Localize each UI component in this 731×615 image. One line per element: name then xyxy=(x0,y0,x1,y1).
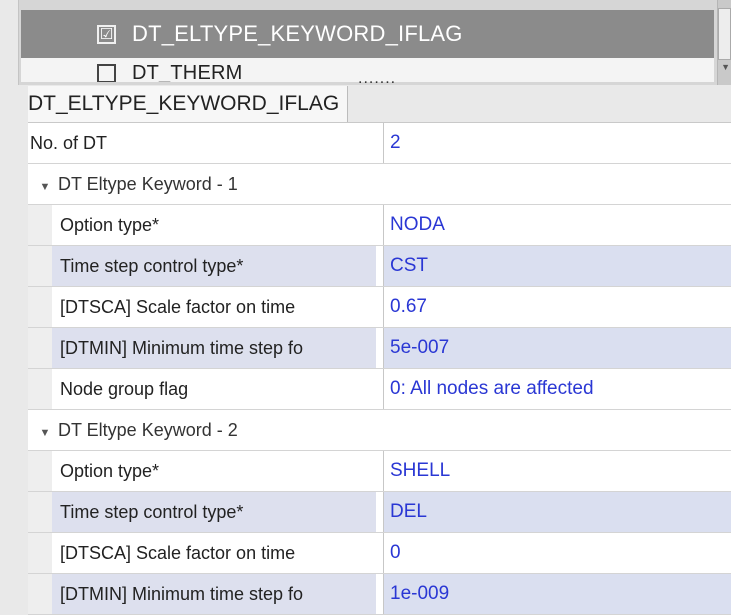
property-label: [DTMIN] Minimum time step fo xyxy=(52,574,376,614)
scrollbar-thumb[interactable] xyxy=(718,8,731,60)
property-value-field[interactable]: 0: All nodes are affected xyxy=(384,369,731,409)
panel-splitter-handle[interactable]: ....... xyxy=(358,70,396,88)
property-value-field[interactable]: SHELL xyxy=(384,451,731,491)
property-row: Time step control type* CST xyxy=(28,246,731,287)
property-label: Option type* xyxy=(60,215,160,235)
property-label: [DTMIN] Minimum time step fo xyxy=(52,328,376,368)
scroll-down-arrow-icon[interactable]: ▼ xyxy=(721,62,730,72)
property-label-cell: [DTMIN] Minimum time step fo xyxy=(28,328,384,368)
row-indent xyxy=(28,287,52,327)
property-row: Time step control type* DEL xyxy=(28,492,731,533)
property-label-cell: Time step control type* xyxy=(28,492,384,532)
property-row: No. of DT 2 xyxy=(28,123,731,164)
property-label: Option type* xyxy=(60,461,160,481)
group-header[interactable]: ▼ DT Eltype Keyword - 2 xyxy=(28,410,731,451)
property-label-cell: Node group flag xyxy=(28,369,384,409)
group-header-cell[interactable]: ▼ DT Eltype Keyword - 2 xyxy=(28,410,731,450)
row-indent xyxy=(28,451,52,491)
group-label: DT Eltype Keyword - 1 xyxy=(58,174,238,194)
property-label: [DTSCA] Scale factor on time xyxy=(60,543,296,563)
property-value-field[interactable]: 0.67 xyxy=(384,287,731,327)
property-value-field[interactable]: 0 xyxy=(384,533,731,573)
property-label: Time step control type* xyxy=(52,246,376,286)
property-value-field[interactable]: DEL xyxy=(384,492,731,532)
keyword-list-item-label: DT_ELTYPE_KEYWORD_IFLAG xyxy=(132,21,463,46)
property-row: [DTMIN] Minimum time step fo 1e-009 xyxy=(28,574,731,615)
property-panel-title: DT_ELTYPE_KEYWORD_IFLAG xyxy=(28,86,349,122)
keyword-list-item-selected[interactable]: ☑ DT_ELTYPE_KEYWORD_IFLAG xyxy=(21,10,714,58)
property-row: [DTSCA] Scale factor on time 0.67 xyxy=(28,287,731,328)
row-indent xyxy=(28,574,52,614)
property-value-field[interactable]: 1e-009 xyxy=(384,574,731,614)
property-label-cell: Option type* xyxy=(28,451,384,491)
chevron-down-icon[interactable]: ▼ xyxy=(32,167,58,204)
property-label: Node group flag xyxy=(60,379,189,399)
row-indent xyxy=(28,205,52,245)
chevron-down-icon[interactable]: ▼ xyxy=(32,413,58,450)
property-value-field[interactable]: 2 xyxy=(384,123,731,163)
property-label-cell: [DTSCA] Scale factor on time xyxy=(28,533,384,573)
property-row: [DTSCA] Scale factor on time 0 xyxy=(28,533,731,574)
list-scrollbar[interactable]: ▼ xyxy=(717,0,731,85)
property-value-field[interactable]: 5e-007 xyxy=(384,328,731,368)
property-label: [DTSCA] Scale factor on time xyxy=(60,297,296,317)
property-row: Node group flag 0: All nodes are affecte… xyxy=(28,369,731,410)
property-row: [DTMIN] Minimum time step fo 5e-007 xyxy=(28,328,731,369)
property-row: Option type* NODA xyxy=(28,205,731,246)
property-label-cell: [DTSCA] Scale factor on time xyxy=(28,287,384,327)
group-header-cell[interactable]: ▼ DT Eltype Keyword - 1 xyxy=(28,164,731,204)
keyword-list-item-label: DT_THERM xyxy=(132,62,243,82)
row-indent xyxy=(28,328,52,368)
group-header[interactable]: ▼ DT Eltype Keyword - 1 xyxy=(28,164,731,205)
property-label: No. of DT xyxy=(28,123,384,163)
row-indent xyxy=(28,492,52,532)
property-label-cell: Option type* xyxy=(28,205,384,245)
property-label: Time step control type* xyxy=(52,492,376,532)
property-label-cell: [DTMIN] Minimum time step fo xyxy=(28,574,384,614)
row-indent xyxy=(28,369,52,409)
property-value-field[interactable]: NODA xyxy=(384,205,731,245)
checkbox-checked-icon[interactable]: ☑ xyxy=(97,24,116,44)
row-indent xyxy=(28,533,52,573)
property-value-field[interactable]: CST xyxy=(384,246,731,286)
property-grid: No. of DT 2 ▼ DT Eltype Keyword - 1 Optio… xyxy=(28,122,731,615)
checkbox-unchecked-icon[interactable] xyxy=(97,64,116,82)
property-label-cell: Time step control type* xyxy=(28,246,384,286)
group-label: DT Eltype Keyword - 2 xyxy=(58,420,238,440)
row-indent xyxy=(28,246,52,286)
property-row: Option type* SHELL xyxy=(28,451,731,492)
